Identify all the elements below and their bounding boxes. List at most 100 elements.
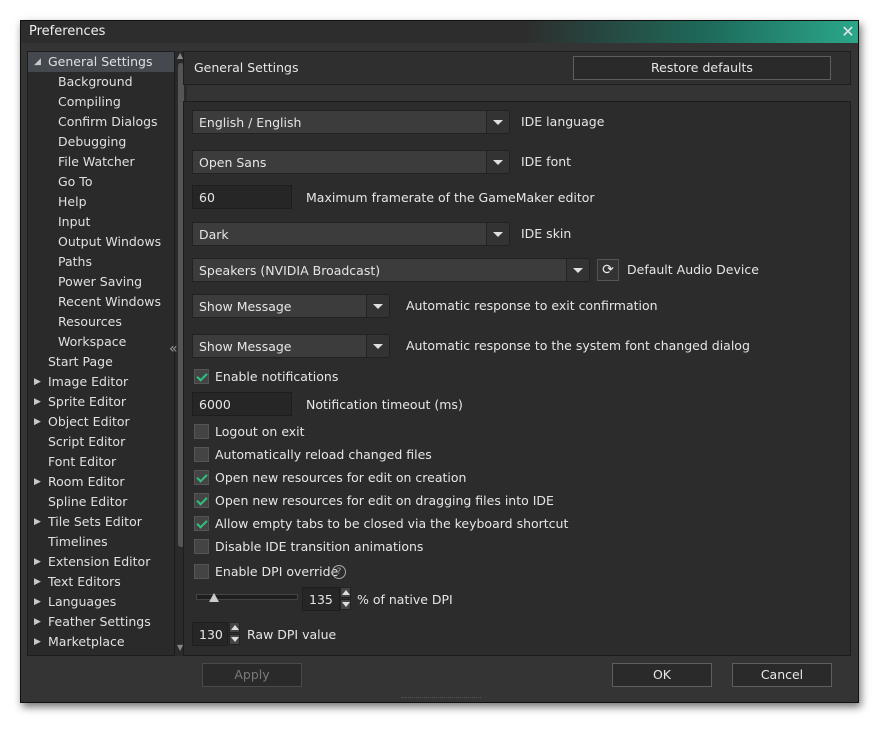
tree-item-label: Start Page xyxy=(48,354,113,369)
spin-down-icon[interactable] xyxy=(340,599,351,610)
option-checkbox[interactable] xyxy=(194,424,209,439)
tree-item[interactable]: ▶ Object Editor xyxy=(34,412,130,432)
tree-item[interactable]: Resources xyxy=(58,312,122,332)
tree-item-label: Image Editor xyxy=(48,374,129,389)
raw-dpi-input[interactable]: 130 xyxy=(192,622,228,646)
tree-item-label: Timelines xyxy=(48,534,108,549)
notification-timeout-input[interactable]: 6000 xyxy=(192,392,292,416)
chevron-down-icon[interactable] xyxy=(486,151,509,173)
tree-item[interactable]: ▶ Extension Editor xyxy=(34,552,150,572)
collapsed-arrow-icon[interactable]: ▶ xyxy=(34,472,41,492)
framerate-input[interactable]: 60 xyxy=(192,185,292,209)
option-checkbox[interactable] xyxy=(194,447,209,462)
tree-item[interactable]: ▶ Room Editor xyxy=(34,472,125,492)
tree-item[interactable]: Recent Windows xyxy=(58,292,161,312)
refresh-icon[interactable]: ⟳ xyxy=(597,259,619,281)
collapsed-arrow-icon[interactable]: ▶ xyxy=(34,552,41,572)
notifications-checkbox[interactable] xyxy=(194,369,209,384)
tree-item[interactable]: ▶ Tile Sets Editor xyxy=(34,512,142,532)
collapsed-arrow-icon[interactable]: ▶ xyxy=(34,512,41,532)
tree-item-label: Go To xyxy=(58,174,93,189)
tree-item[interactable]: Font Editor xyxy=(48,452,116,472)
exit-response-select[interactable]: Show Message xyxy=(192,294,390,318)
tree-item[interactable]: Workspace xyxy=(58,332,126,352)
tree-item[interactable]: File Watcher xyxy=(58,152,135,172)
notifications-label: Enable notifications xyxy=(215,369,339,384)
option-checkbox[interactable] xyxy=(194,539,209,554)
option-checkbox[interactable] xyxy=(194,470,209,485)
ide-font-label: IDE font xyxy=(521,154,572,169)
tree-item[interactable]: Timelines xyxy=(48,532,108,552)
restore-defaults-button[interactable]: Restore defaults xyxy=(573,56,831,80)
ide-skin-select[interactable]: Dark xyxy=(192,222,510,246)
tree-item[interactable]: Paths xyxy=(58,252,92,272)
tree-item[interactable]: ◢ General Settings xyxy=(28,52,174,72)
tree-item-label: Feather Settings xyxy=(48,614,151,629)
tree-item[interactable]: Debugging xyxy=(58,132,126,152)
chevron-down-icon[interactable] xyxy=(366,335,389,357)
apply-button[interactable]: Apply xyxy=(202,663,302,687)
tree-item[interactable]: Background xyxy=(58,72,133,92)
collapsed-arrow-icon[interactable]: ▶ xyxy=(34,592,41,612)
collapsed-arrow-icon[interactable]: ▶ xyxy=(34,612,41,632)
tree-item[interactable]: ▶ Feather Settings xyxy=(34,612,151,632)
dpi-percent-label: % of native DPI xyxy=(357,592,453,607)
chevron-down-icon[interactable] xyxy=(366,295,389,317)
chevron-down-icon[interactable] xyxy=(486,111,509,133)
tree-item-label: Input xyxy=(58,214,91,229)
ide-font-value: Open Sans xyxy=(199,155,267,170)
spin-down-icon[interactable] xyxy=(229,634,240,645)
ide-font-select[interactable]: Open Sans xyxy=(192,150,510,174)
exit-response-value: Show Message xyxy=(199,299,292,314)
cancel-button[interactable]: Cancel xyxy=(732,663,832,687)
dpi-percent-input[interactable]: 135 xyxy=(302,587,340,611)
tree-item[interactable]: Input xyxy=(58,212,90,232)
tree-item[interactable]: Help xyxy=(58,192,87,212)
chevron-down-icon[interactable] xyxy=(486,223,509,245)
tree-item[interactable]: Script Editor xyxy=(48,432,125,452)
tree-item[interactable]: ▶ Text Editors xyxy=(34,572,121,592)
tree-item[interactable]: ▶ Languages xyxy=(34,592,116,612)
collapsed-arrow-icon[interactable]: ▶ xyxy=(34,392,41,412)
collapse-panel-icon[interactable]: « xyxy=(169,341,178,357)
tree-item[interactable]: Start Page xyxy=(48,352,113,372)
collapsed-arrow-icon[interactable]: ▶ xyxy=(34,572,41,592)
spin-up-icon[interactable] xyxy=(340,587,351,598)
tree-item-label: General Settings xyxy=(48,54,153,69)
option-label: Logout on exit xyxy=(215,424,305,439)
raw-dpi-stepper[interactable] xyxy=(229,622,240,646)
chevron-down-icon[interactable] xyxy=(566,259,589,281)
title-bar[interactable]: Preferences ✕ xyxy=(21,21,858,43)
collapsed-arrow-icon[interactable]: ▶ xyxy=(34,412,41,432)
tree-item-label: Workspace xyxy=(58,334,127,349)
collapsed-arrow-icon[interactable]: ▶ xyxy=(34,372,41,392)
notification-timeout-label: Notification timeout (ms) xyxy=(306,397,463,412)
close-icon[interactable]: ✕ xyxy=(838,22,858,42)
tree-item[interactable]: ▶ Image Editor xyxy=(34,372,129,392)
tree-item[interactable]: Spline Editor xyxy=(48,492,127,512)
dpi-slider-handle[interactable] xyxy=(209,593,219,602)
dpi-percent-stepper[interactable] xyxy=(340,587,351,611)
tree-item-label: Output Windows xyxy=(58,234,162,249)
expanded-arrow-icon[interactable]: ◢ xyxy=(34,52,41,72)
tree-item[interactable]: ▶ Marketplace xyxy=(34,632,125,652)
help-icon[interactable]: ? xyxy=(332,565,346,579)
tree-item[interactable]: Compiling xyxy=(58,92,121,112)
audio-device-value: Speakers (NVIDIA Broadcast) xyxy=(199,263,381,278)
option-checkbox[interactable] xyxy=(194,516,209,531)
tree-item[interactable]: Power Saving xyxy=(58,272,142,292)
ok-button[interactable]: OK xyxy=(612,663,712,687)
spin-up-icon[interactable] xyxy=(229,622,240,633)
audio-device-select[interactable]: Speakers (NVIDIA Broadcast) xyxy=(192,258,590,282)
resize-grip[interactable] xyxy=(401,697,481,702)
collapsed-arrow-icon[interactable]: ▶ xyxy=(34,632,41,652)
option-checkbox[interactable] xyxy=(194,493,209,508)
tree-item[interactable]: Confirm Dialogs xyxy=(58,112,158,132)
tree-item-label: Paths xyxy=(58,254,92,269)
ide-language-select[interactable]: English / English xyxy=(192,110,510,134)
dpi-override-checkbox[interactable] xyxy=(194,564,209,579)
tree-item[interactable]: Output Windows xyxy=(58,232,161,252)
tree-item[interactable]: ▶ Sprite Editor xyxy=(34,392,126,412)
tree-item[interactable]: Go To xyxy=(58,172,92,192)
font-response-select[interactable]: Show Message xyxy=(192,334,390,358)
